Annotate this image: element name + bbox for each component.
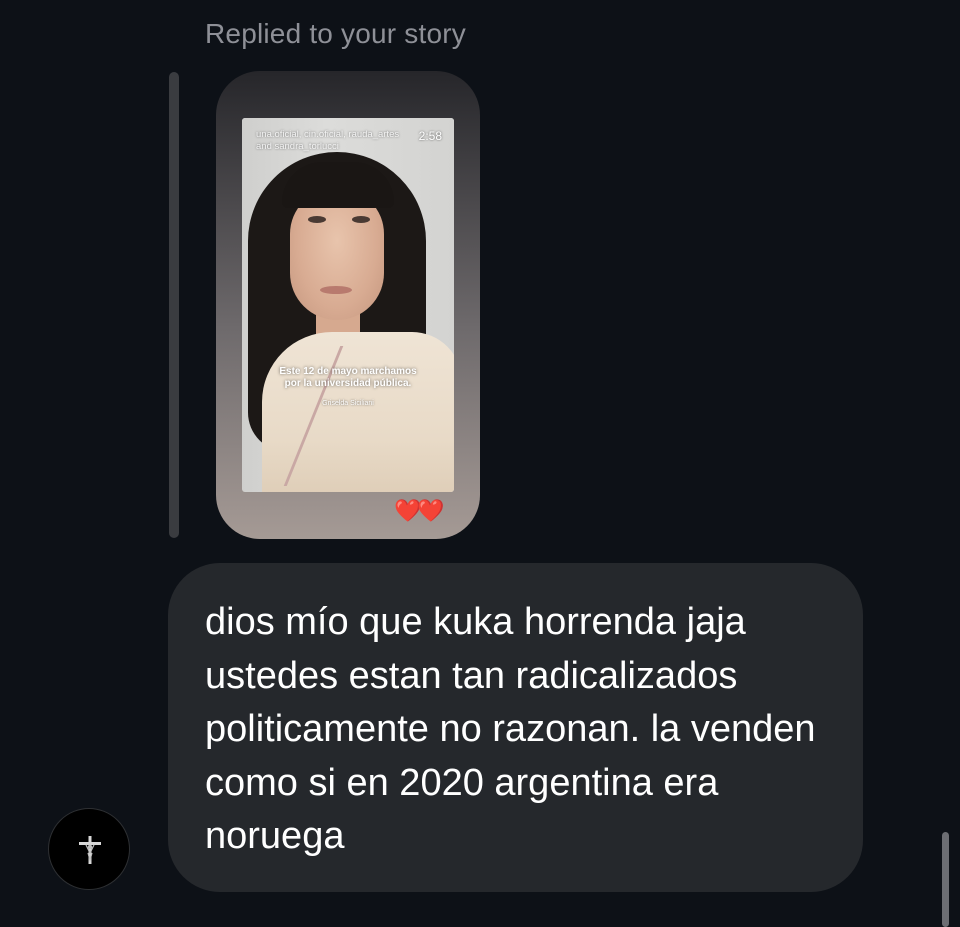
story-caption: Este 12 de mayo marchamos por la univers…: [242, 366, 454, 390]
story-preview-card[interactable]: una.oficial, cin.oficial, rauda_artes an…: [216, 71, 480, 539]
story-caption-author: Griselda Siciliani: [322, 400, 374, 407]
avatar[interactable]: [48, 808, 130, 890]
story-caption-line-1: Este 12 de mayo marchamos: [279, 366, 417, 377]
story-thumbnail[interactable]: una.oficial, cin.oficial, rauda_artes an…: [242, 118, 454, 492]
story-photo-bangs: [282, 162, 394, 208]
scrollbar[interactable]: [942, 832, 949, 927]
story-photo-eye-right: [352, 216, 370, 223]
story-timer: 2:58: [418, 129, 442, 143]
story-caption-line-2: por la universidad pública.: [284, 378, 412, 389]
story-tagged-accounts: una.oficial, cin.oficial, rauda_artes an…: [256, 129, 400, 152]
crucifix-icon: [79, 836, 101, 864]
message-text: dios mío que kuka horrenda jaja ustedes …: [205, 601, 816, 857]
story-photo-eye-left: [308, 216, 326, 223]
story-photo-mouth: [320, 286, 352, 294]
replied-to-story-label: Replied to your story: [205, 18, 466, 49]
reply-quote-bar: [169, 72, 179, 538]
heart-reaction-icon: ❤️❤️: [394, 498, 445, 523]
